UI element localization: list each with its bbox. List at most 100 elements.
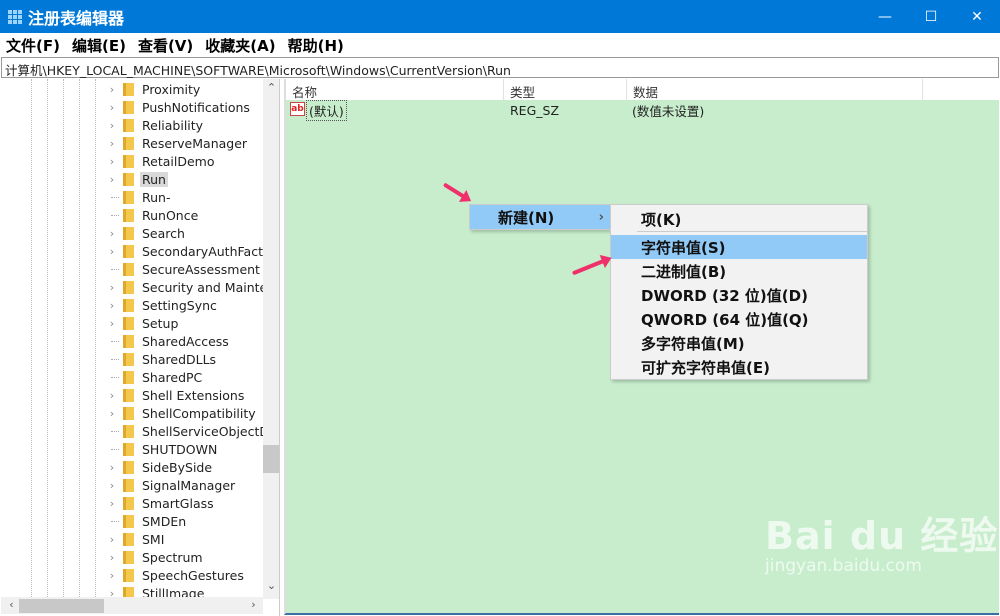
menu-item-qword-value[interactable]: QWORD (64 位)值(Q): [611, 307, 867, 331]
minimize-button[interactable]: —: [862, 0, 908, 33]
tree-item[interactable]: › SignalManager: [1, 476, 263, 494]
tree-item-label: ShellCompatibility: [142, 405, 256, 421]
scroll-down-arrow-icon[interactable]: ⌄: [263, 579, 279, 592]
expand-chevron-icon[interactable]: ›: [107, 551, 117, 564]
folder-icon: [123, 299, 134, 312]
column-data[interactable]: 数据: [627, 79, 923, 100]
tree-item[interactable]: › SpeechGestures: [1, 566, 263, 584]
expand-chevron-icon[interactable]: ›: [107, 245, 117, 258]
tree-item[interactable]: › Security and Mainter: [1, 278, 273, 296]
expand-chevron-icon[interactable]: ›: [107, 407, 117, 420]
expand-chevron-icon[interactable]: ›: [107, 101, 117, 114]
maximize-button[interactable]: ☐: [908, 0, 954, 33]
tree-item[interactable]: SharedAccess: [1, 332, 263, 350]
tree-item[interactable]: › SettingSync: [1, 296, 263, 314]
expand-chevron-icon[interactable]: ›: [107, 389, 117, 402]
tree-item-label: SMI: [142, 531, 165, 547]
folder-icon: [123, 407, 134, 420]
menu-item-binary-value[interactable]: 二进制值(B): [611, 259, 867, 283]
scroll-up-arrow-icon[interactable]: ⌃: [263, 81, 279, 94]
tree-item[interactable]: › SmartGlass: [1, 494, 263, 512]
menu-help[interactable]: 帮助(H): [288, 35, 344, 56]
tree-connector: [111, 196, 119, 198]
tree-item[interactable]: SecureAssessment: [1, 260, 263, 278]
menu-item-new[interactable]: 新建(N) ›: [470, 205, 610, 229]
tree-item[interactable]: › ShellCompatibility: [1, 404, 263, 422]
column-name[interactable]: 名称: [286, 79, 504, 100]
tree-item[interactable]: › Search: [1, 224, 263, 242]
tree-item-label: Shell Extensions: [142, 387, 245, 403]
tree-item[interactable]: › Shell Extensions: [1, 386, 263, 404]
tree-connector: [111, 430, 119, 432]
folder-icon: [123, 245, 134, 258]
tree-item[interactable]: › Setup: [1, 314, 263, 332]
value-data: (数值未设置): [632, 103, 705, 119]
tree-pane: › Proximity › PushNotifications › Reliability…: [1, 79, 280, 616]
tree-item-label: Proximity: [142, 81, 201, 97]
expand-chevron-icon[interactable]: ›: [107, 497, 117, 510]
tree-item[interactable]: ShellServiceObjectD: [1, 422, 269, 440]
menu-edit[interactable]: 编辑(E): [72, 35, 126, 56]
tree-item-label: SharedAccess: [142, 333, 229, 349]
expand-chevron-icon[interactable]: ›: [107, 119, 117, 132]
menu-item-dword-value[interactable]: DWORD (32 位)值(D): [611, 283, 867, 307]
tree-item-label: Run-: [142, 189, 171, 205]
tree-item[interactable]: RunOnce: [1, 206, 263, 224]
expand-chevron-icon[interactable]: ›: [107, 173, 117, 186]
tree-item[interactable]: › SecondaryAuthFacto: [1, 242, 271, 260]
tree-hscroll-thumb[interactable]: [19, 599, 104, 613]
tree-scroll-thumb[interactable]: [263, 445, 279, 473]
tree-vertical-scrollbar[interactable]: [263, 79, 279, 599]
tree-item[interactable]: SMDEn: [1, 512, 263, 530]
folder-icon: [123, 209, 134, 222]
close-button[interactable]: ✕: [954, 0, 1000, 33]
menu-item-expandable-string-value[interactable]: 可扩充字符串值(E): [611, 355, 867, 379]
address-bar[interactable]: 计算机\HKEY_LOCAL_MACHINE\SOFTWARE\Microsof…: [1, 57, 999, 78]
expand-chevron-icon[interactable]: ›: [107, 317, 117, 330]
tree-item[interactable]: › Spectrum: [1, 548, 263, 566]
tree-item-label: Reliability: [142, 117, 204, 133]
expand-chevron-icon[interactable]: ›: [107, 83, 117, 96]
menu-view[interactable]: 查看(V): [138, 35, 193, 56]
folder-icon: [123, 515, 134, 528]
menu-file[interactable]: 文件(F): [6, 35, 60, 56]
tree-connector: [111, 358, 119, 360]
tree-item[interactable]: › Proximity: [1, 80, 263, 98]
scroll-left-arrow-icon[interactable]: ‹: [3, 598, 20, 611]
tree-item[interactable]: › ReserveManager: [1, 134, 263, 152]
expand-chevron-icon[interactable]: ›: [107, 533, 117, 546]
menu-item-string-value[interactable]: 字符串值(S): [611, 235, 867, 259]
tree-item-label: Search: [142, 225, 185, 241]
tree-item[interactable]: SharedDLLs: [1, 350, 263, 368]
tree-connector: [111, 520, 119, 522]
menu-favorites[interactable]: 收藏夹(A): [205, 35, 275, 56]
tree-item[interactable]: Run-: [1, 188, 263, 206]
folder-icon: [123, 137, 134, 150]
tree-connector: [111, 376, 119, 378]
expand-chevron-icon[interactable]: ›: [107, 569, 117, 582]
tree-item[interactable]: › Reliability: [1, 116, 263, 134]
expand-chevron-icon[interactable]: ›: [107, 281, 117, 294]
column-type[interactable]: 类型: [504, 79, 627, 100]
folder-icon: [123, 263, 134, 276]
expand-chevron-icon[interactable]: ›: [107, 299, 117, 312]
expand-chevron-icon[interactable]: ›: [107, 461, 117, 474]
expand-chevron-icon[interactable]: ›: [107, 227, 117, 240]
tree-item[interactable]: › SMI: [1, 530, 263, 548]
scroll-right-arrow-icon[interactable]: ›: [245, 598, 262, 611]
folder-icon: [123, 497, 134, 510]
menu-item-multi-string-value[interactable]: 多字符串值(M): [611, 331, 867, 355]
expand-chevron-icon[interactable]: ›: [107, 137, 117, 150]
tree-item[interactable]: › Run: [1, 170, 263, 188]
expand-chevron-icon[interactable]: ›: [107, 479, 117, 492]
folder-icon: [123, 317, 134, 330]
tree-item[interactable]: › PushNotifications: [1, 98, 263, 116]
tree-item[interactable]: SharedPC: [1, 368, 263, 386]
tree-item[interactable]: › SideBySide: [1, 458, 263, 476]
tree-item[interactable]: SHUTDOWN: [1, 440, 263, 458]
menu-item-key[interactable]: 项(K): [637, 207, 867, 232]
tree-item[interactable]: › RetailDemo: [1, 152, 263, 170]
watermark-logo: Bai du 经验: [765, 514, 999, 558]
tree-item-label: RetailDemo: [142, 153, 215, 169]
expand-chevron-icon[interactable]: ›: [107, 155, 117, 168]
